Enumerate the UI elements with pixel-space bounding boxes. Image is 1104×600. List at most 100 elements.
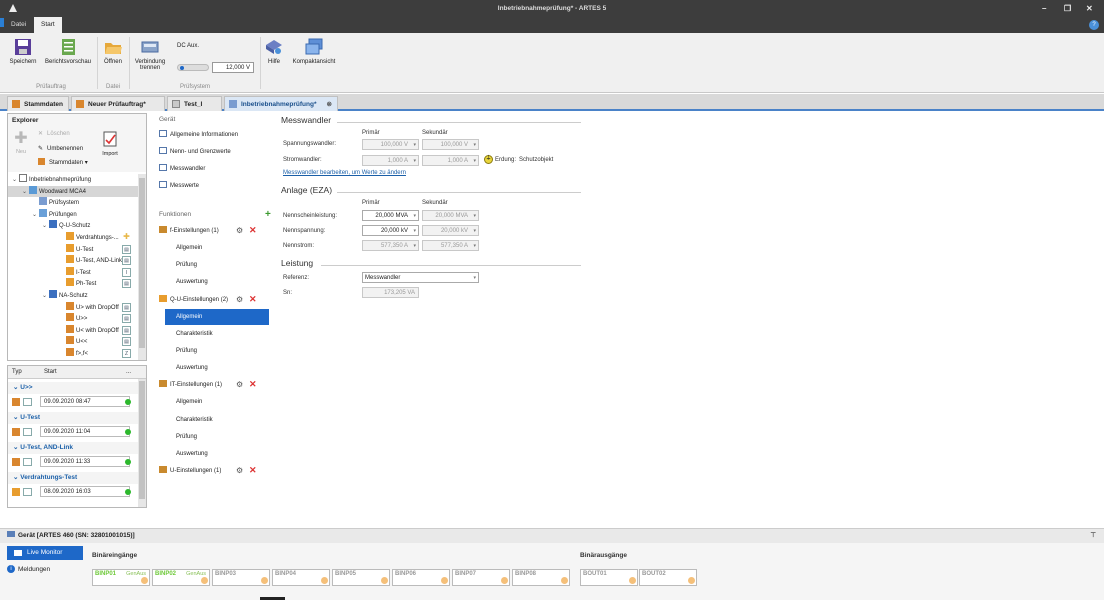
col-more[interactable]: ...	[126, 366, 131, 379]
tree-node[interactable]: U> with DropOff ▤	[8, 301, 138, 313]
tree-node[interactable]: ⌄ Q-U-Schutz	[8, 220, 138, 231]
function-nav-item[interactable]: U-Einstellungen (1)	[159, 463, 221, 479]
dc-aux-toggle[interactable]	[177, 64, 209, 71]
nav-item-label: Messwandler	[170, 166, 206, 172]
expand-chevron-icon[interactable]: ⌄	[12, 175, 19, 186]
function-subpage-item[interactable]: Prüfung	[176, 257, 197, 273]
scrollbar-thumb[interactable]	[139, 178, 145, 348]
expand-chevron-icon[interactable]: ⌄	[32, 210, 39, 221]
run-row[interactable]: 09.09.2020 08:47	[8, 395, 138, 409]
device-nav-item[interactable]: Allgemeine Informationen	[159, 127, 238, 143]
expand-chevron-icon[interactable]: ⌄	[42, 291, 49, 302]
help-icon[interactable]: ?	[1089, 20, 1099, 30]
tree-node[interactable]: U-Test, AND-Link ▤	[8, 255, 138, 266]
help-button[interactable]: Hilfe	[263, 38, 285, 65]
minimize-button[interactable]: –	[1042, 0, 1046, 17]
function-subpage-item[interactable]: Allgemein	[176, 394, 202, 410]
rated-current-label: Nennstrom:	[283, 243, 315, 249]
device-nav-item[interactable]: Nenn- und Grenzwerte	[159, 144, 231, 160]
run-row[interactable]: 09.09.2020 11:04	[8, 425, 138, 439]
test-type-icon: Z	[122, 349, 131, 358]
add-function-icon[interactable]: +	[265, 209, 271, 220]
master-data-dropdown[interactable]: Stammdaten ▾	[38, 158, 88, 166]
reference-select[interactable]: Messwandler ▾	[362, 272, 479, 283]
tab-datei[interactable]: Datei	[4, 17, 33, 33]
import-button[interactable]: Import	[99, 131, 121, 157]
run-group-header[interactable]: ⌄ U>>	[8, 382, 138, 394]
settings-icon[interactable]: ⚙	[236, 466, 243, 475]
run-group-header[interactable]: ⌄ Verdrahtungs-Test	[8, 472, 138, 484]
reference-label: Referenz:	[283, 275, 310, 281]
tree-node[interactable]: U>> ▤	[8, 313, 138, 324]
function-subpage-item[interactable]: Auswertung	[176, 274, 208, 290]
report-preview-button[interactable]: Berichtsvorschau	[42, 38, 94, 65]
binary-channel: BOUT02	[639, 569, 697, 586]
function-subpage-item[interactable]: Prüfung	[176, 343, 197, 359]
function-nav-item[interactable]: Q-U-Einstellungen (2)	[159, 292, 228, 308]
tree-node[interactable]: I-Test I	[8, 266, 138, 278]
delete-button[interactable]: ✕ Löschen	[38, 130, 70, 137]
function-subpage-item[interactable]: Auswertung	[176, 360, 208, 376]
live-monitor-tab[interactable]: Live Monitor	[7, 546, 83, 560]
tab-inbetriebnahmepruefung[interactable]: Inbetriebnahmeprüfung* ⊗	[224, 96, 338, 111]
function-subpage-item[interactable]: Auswertung	[176, 446, 208, 462]
run-group-header[interactable]: ⌄ U-Test, AND-Link	[8, 442, 138, 454]
run-row[interactable]: 09.09.2020 11:33	[8, 455, 138, 469]
tree-node[interactable]: Prüfsystem	[8, 197, 138, 208]
rename-button[interactable]: ✎ Umbenennen	[38, 145, 83, 152]
tree-node[interactable]: f>,f< Z	[8, 348, 138, 359]
tab-close-icon[interactable]: ⊗	[327, 97, 332, 112]
maximize-button[interactable]: ❐	[1064, 0, 1071, 17]
tree-node[interactable]: ⌄ Inbetriebnahmeprüfung	[8, 174, 138, 185]
tree-node[interactable]: U<< ▤	[8, 336, 138, 347]
tree-node[interactable]: ⌄ NA-Schutz	[8, 290, 138, 301]
open-button[interactable]: Öffnen	[100, 38, 126, 65]
disconnect-button[interactable]: Verbindung trennen	[131, 38, 169, 71]
tree-node[interactable]: ⌄ Prüfungen	[8, 208, 138, 221]
settings-icon[interactable]: ⚙	[236, 226, 243, 235]
delete-icon[interactable]: ✕	[249, 379, 257, 390]
delete-icon[interactable]: ✕	[249, 225, 257, 236]
compact-view-button[interactable]: Kompaktansicht	[290, 38, 338, 65]
rated-current-secondary: 577,350 A ▾	[422, 240, 479, 251]
settings-icon[interactable]: ⚙	[236, 295, 243, 304]
expand-chevron-icon[interactable]: ⌄	[42, 221, 49, 232]
run-group-header[interactable]: ⌄ U-Test	[8, 412, 138, 424]
function-subpage-item[interactable]: Prüfung	[176, 429, 197, 445]
messages-tab[interactable]: i Meldungen	[7, 565, 50, 573]
tab-start[interactable]: Start	[34, 17, 62, 33]
tree-node[interactable]: ⌄ Woodward MCA4	[8, 185, 138, 198]
tree-node[interactable]: U-Test ▤	[8, 243, 138, 255]
run-row[interactable]: 08.09.2020 16:03	[8, 485, 138, 499]
delete-icon[interactable]: ✕	[249, 294, 257, 305]
tab-label: Neuer Prüfauftrag*	[88, 101, 146, 108]
tree-scrollbar[interactable]	[138, 174, 146, 360]
scrollbar-thumb[interactable]	[139, 381, 145, 499]
device-nav-item[interactable]: Messwandler	[159, 161, 205, 177]
function-nav-item[interactable]: f-Einstellungen (1)	[159, 223, 219, 239]
runs-scrollbar[interactable]	[138, 379, 146, 507]
function-nav-item[interactable]: IT-Einstellungen (1)	[159, 377, 222, 393]
device-nav-item[interactable]: Messwerte	[159, 178, 199, 194]
pin-icon[interactable]: ⊤	[1090, 529, 1096, 543]
tree-node[interactable]: U< with DropOff ▤	[8, 324, 138, 336]
tree-node[interactable]: Verdrahtungs-... ✚	[8, 232, 138, 243]
tree-node[interactable]: Ph-Test ▤	[8, 278, 138, 289]
function-subpage-item[interactable]: Allgemein	[176, 240, 202, 256]
rated-voltage-primary[interactable]: 20,000 kV ▾	[362, 225, 419, 236]
rated-power-primary[interactable]: 20,000 MVA ▾	[362, 210, 419, 221]
edit-transformer-link[interactable]: Messwandler bearbeiten, um Werte zu ände…	[283, 170, 406, 176]
tab-neuer-pruefauftrag[interactable]: Neuer Prüfauftrag*	[71, 96, 165, 111]
save-button[interactable]: Speichern	[6, 38, 40, 65]
tab-test-i[interactable]: Test_I	[167, 96, 222, 111]
new-button[interactable]: ✚ Neu	[12, 131, 30, 156]
expand-chevron-icon[interactable]: ⌄	[22, 187, 29, 198]
function-subpage-item[interactable]: Allgemein	[165, 308, 269, 325]
settings-icon[interactable]: ⚙	[236, 380, 243, 389]
function-subpage-item[interactable]: Charakteristik	[176, 412, 213, 428]
function-subpage-item[interactable]: Charakteristik	[176, 326, 213, 342]
dc-aux-value[interactable]: 12,000 V	[212, 62, 254, 73]
delete-icon[interactable]: ✕	[249, 465, 257, 476]
close-button[interactable]: ✕	[1086, 0, 1093, 17]
tab-stammdaten[interactable]: Stammdaten	[7, 96, 69, 111]
